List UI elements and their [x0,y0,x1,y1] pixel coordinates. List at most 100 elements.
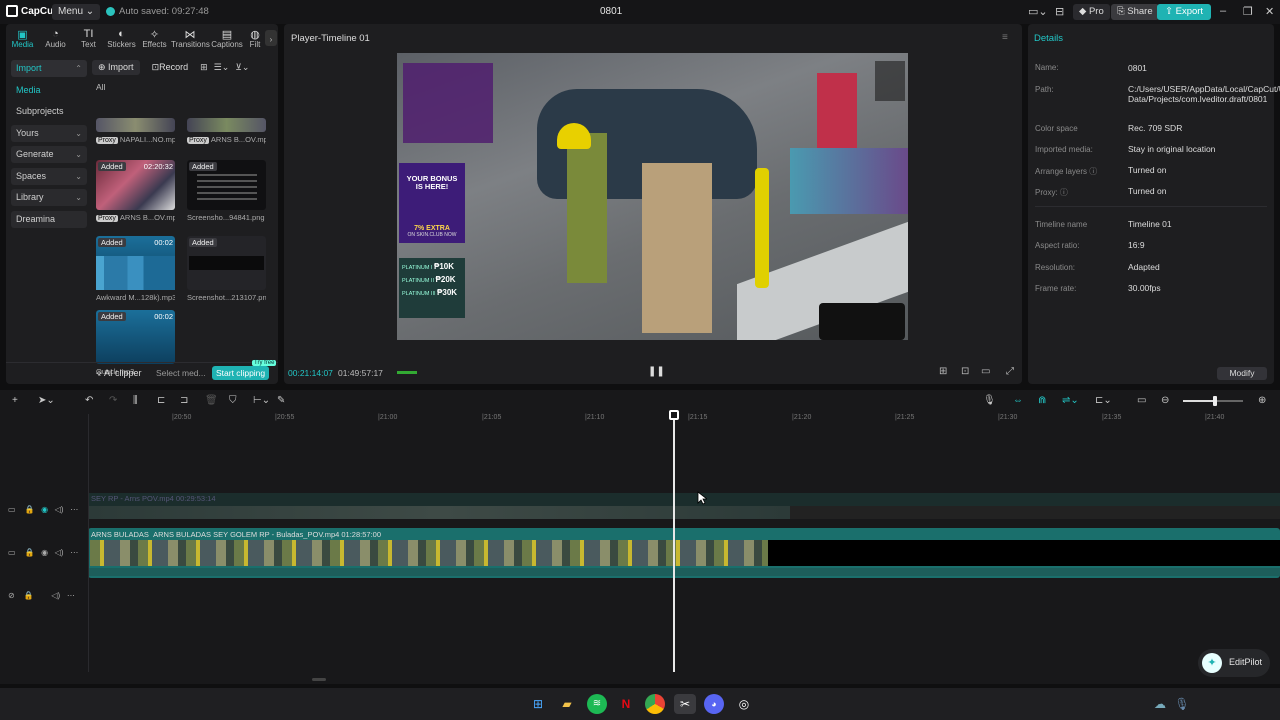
sidebar-item-media[interactable]: Media [11,82,87,99]
chrome-icon[interactable] [645,694,665,714]
tab-media[interactable]: ▣ Media [6,26,39,52]
modify-button[interactable]: Modify [1217,367,1267,380]
shield-icon[interactable]: ⛉ [229,395,237,406]
tray-network-icon[interactable]: ☁ [1150,694,1170,714]
media-item[interactable]: Proxy ARNS B...OV.mp4 [187,118,266,144]
preview-axis-icon[interactable]: ⊏⌄ [1095,395,1112,406]
tabs-scroll-right[interactable]: › [265,30,277,46]
ai-clipper-label[interactable]: ⟡ AI clipper [96,368,141,379]
maximize-icon[interactable]: ❐ [1243,5,1253,18]
menu-button[interactable]: Menu ⌄ [52,4,101,20]
playhead[interactable] [673,414,675,672]
sidebar-item-spaces[interactable]: Spaces ⌄ [11,167,87,185]
capcut-taskbar-icon[interactable]: ✂ [674,694,696,714]
tab-transitions[interactable]: ⋈ Transitions [171,26,210,52]
more-icon[interactable]: ⋯ [70,505,78,514]
export-button[interactable]: ⇪ Export [1157,4,1212,20]
file-explorer-icon[interactable]: ▰ [557,694,577,714]
sidebar-item-library[interactable]: Library ⌄ [11,189,87,206]
media-item[interactable]: Proxy NAPALI...NO.mp4 [96,118,175,144]
playhead-handle[interactable] [669,410,679,420]
split-right-icon[interactable]: ⊐ [180,395,188,406]
caption-track-icon[interactable]: ▭ [1137,395,1146,406]
lock-icon[interactable]: 🔒 [24,505,34,514]
media-item[interactable]: Added 00:02 Awkward M...128k).mp3 [96,236,175,302]
sidebar-item-dreamina[interactable]: Dreamina [11,210,87,228]
crop-icon[interactable]: ⊢⌄ [253,395,270,406]
video-preview[interactable]: YOUR BONUS IS HERE! 7% EXTRA ON SKIN.CLUB… [397,53,908,340]
netflix-icon[interactable]: N [616,694,636,714]
filter-icon[interactable]: ⊻⌄ [235,62,249,73]
tab-captions[interactable]: ▤ Captions [209,26,245,52]
import-button[interactable]: ⊕ Import [92,59,140,75]
eye-icon[interactable]: ◉ [41,505,48,514]
tab-stickers[interactable]: ◐ Stickers [105,26,138,52]
fullscreen-icon[interactable]: ⤢ [1006,366,1014,377]
lock-icon[interactable]: 🔒 [24,548,34,557]
audio-track-icon[interactable]: ⊘ [8,591,15,600]
sidebar-item-generate[interactable]: Generate ⌄ [11,146,87,163]
split-left-icon[interactable]: ⊏ [157,395,165,406]
sidebar-item-import[interactable]: Import ⌃ [11,60,87,77]
draw-icon[interactable]: ✎ [277,395,285,406]
sidebar-item-yours[interactable]: Yours ⌄ [11,124,87,142]
speaker-icon[interactable]: ◁) [55,548,64,557]
delete-icon[interactable]: 🗑 [205,395,218,406]
select-media-text[interactable]: Select med... [156,368,206,378]
pause-icon[interactable]: ❚❚ [648,366,665,377]
more-icon[interactable]: ⋯ [70,548,78,557]
lock-icon[interactable]: 🔒 [24,591,34,600]
track-cover-icon[interactable]: ▭ [8,548,16,557]
time-ruler[interactable]: |20:50 |20:55 |21:00 |21:05 |21:10 |21:1… [88,414,1280,426]
media-item[interactable]: Added 02:20:32 Proxy ARNS B...OV.mp4 [96,160,175,222]
horizontal-scrollbar[interactable] [312,678,326,681]
tray-mic-icon[interactable]: 🎙 [1172,694,1192,714]
media-item[interactable]: Added Screenshot...213107.png [187,236,266,302]
add-icon[interactable]: + [12,395,18,406]
tab-text[interactable]: TI Text [72,26,105,52]
speaker-icon[interactable]: ◁) [55,505,64,514]
share-button[interactable]: ⎘ Share [1111,4,1159,20]
pro-button[interactable]: ◆ Pro [1073,4,1110,20]
editpilot-button[interactable]: ✦ EditPilot [1198,649,1270,677]
shortcuts-icon[interactable]: ⊟ [1055,5,1064,18]
player-menu-icon[interactable]: ≡ [1002,32,1008,43]
tab-effects[interactable]: ✧ Effects [138,26,171,52]
grid-view-icon[interactable]: ⊞ [200,62,208,73]
tab-audio[interactable]: ◔ Audio [39,26,72,52]
more-icon[interactable]: ⋯ [67,591,75,600]
spotify-icon[interactable]: ≋ [587,694,607,714]
discord-icon[interactable]: ◕ [704,694,724,714]
undo-icon[interactable]: ↶ [85,395,93,406]
overlay-track[interactable] [88,493,1280,519]
zoom-out-icon[interactable]: ⊖ [1161,395,1169,406]
magnet-icon[interactable]: ⋒ [1038,395,1046,406]
zoom-fit-icon[interactable]: ⊡ [961,366,969,377]
windows-start-icon[interactable]: ⊞ [528,694,548,714]
close-icon[interactable]: ✕ [1265,5,1274,18]
split-icon[interactable]: ⫼ [133,395,138,406]
redo-icon[interactable]: ↷ [109,395,117,406]
layout-icon[interactable]: ▭⌄ [1028,5,1048,18]
linkage-icon[interactable]: ⇌⌄ [1062,395,1079,406]
zoom-slider[interactable] [1183,396,1243,406]
eye-icon[interactable]: ◉ [41,548,48,557]
media-item[interactable]: Added Screensho...94841.png [187,160,266,222]
sidebar-item-subprojects[interactable]: Subprojects [11,103,87,120]
speaker-icon[interactable]: ◁) [51,591,60,600]
microphone-icon[interactable]: 🎙 [983,395,996,406]
all-filter-label[interactable]: All [96,82,105,92]
minimize-icon[interactable]: – [1220,5,1226,17]
track-cover-icon[interactable]: ▭ [8,505,16,514]
select-tool-icon[interactable]: ➤⌄ [38,395,55,406]
quality-icon[interactable]: ⊞ [939,366,947,377]
record-button[interactable]: ⊡Record [146,60,195,75]
zoom-slider-handle[interactable] [1213,396,1217,406]
link-main-track-icon[interactable]: ⇔ [1013,395,1023,406]
ratio-icon[interactable]: ▭ [981,366,990,377]
sort-icon[interactable]: ☰⌄ [214,62,230,73]
tab-filters[interactable]: ◍ Filt [245,26,265,52]
start-clipping-button[interactable]: Start clipping [212,366,270,380]
zoom-in-icon[interactable]: ⊕ [1258,395,1266,406]
obs-icon[interactable]: ◎ [734,694,754,714]
